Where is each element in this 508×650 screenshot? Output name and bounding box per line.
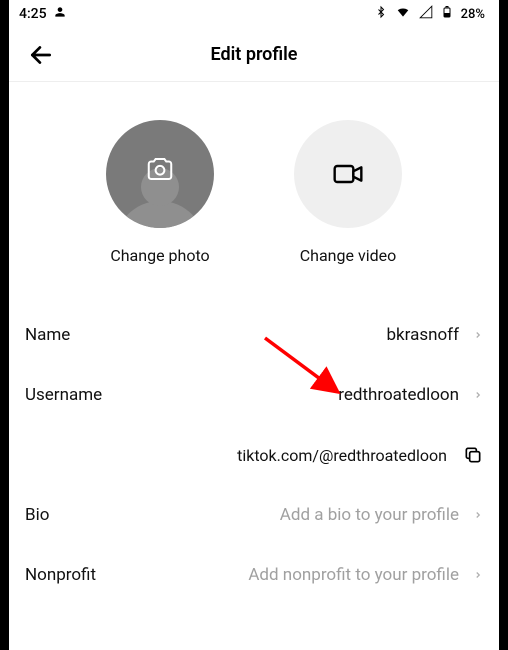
chevron-right-icon: [473, 387, 483, 403]
status-time: 4:25: [19, 6, 47, 22]
chevron-right-icon: [473, 507, 483, 523]
change-photo-label: Change photo: [110, 246, 209, 265]
copy-link-button[interactable]: [463, 445, 483, 465]
battery-icon: [441, 4, 453, 24]
name-value: bkrasnoff: [70, 325, 473, 345]
back-button[interactable]: [23, 37, 59, 73]
page-title: Edit profile: [9, 44, 499, 65]
bio-label: Bio: [25, 505, 49, 525]
status-bar: 4:25 28%: [9, 0, 499, 28]
signal-icon: [419, 5, 433, 23]
arrow-left-icon: [28, 42, 54, 68]
username-row[interactable]: Username redthroatedloon: [9, 365, 499, 425]
wifi-icon: [395, 5, 411, 23]
change-photo-button[interactable]: Change photo: [106, 120, 214, 265]
username-value: redthroatedloon: [102, 385, 473, 405]
nonprofit-placeholder: Add nonprofit to your profile: [96, 565, 473, 585]
profile-video-avatar: [294, 120, 402, 228]
change-video-button[interactable]: Change video: [294, 120, 402, 265]
copy-icon: [463, 445, 483, 465]
video-camera-icon: [329, 158, 367, 190]
camera-icon: [143, 154, 177, 184]
change-video-label: Change video: [300, 246, 396, 265]
status-battery-percent: 28%: [461, 7, 485, 22]
nonprofit-label: Nonprofit: [25, 565, 96, 585]
person-icon: [53, 5, 67, 23]
profile-link-text: tiktok.com/@redthroatedloon: [237, 446, 463, 465]
page-header: Edit profile: [9, 28, 499, 82]
profile-link-row: tiktok.com/@redthroatedloon: [9, 425, 499, 485]
chevron-right-icon: [473, 567, 483, 583]
profile-photo-avatar: [106, 120, 214, 228]
chevron-right-icon: [473, 327, 483, 343]
name-row[interactable]: Name bkrasnoff: [9, 305, 499, 365]
bio-placeholder: Add a bio to your profile: [49, 505, 473, 525]
nonprofit-row[interactable]: Nonprofit Add nonprofit to your profile: [9, 545, 499, 605]
username-label: Username: [25, 385, 102, 405]
bluetooth-icon: [375, 5, 387, 23]
bio-row[interactable]: Bio Add a bio to your profile: [9, 485, 499, 545]
name-label: Name: [25, 325, 70, 345]
